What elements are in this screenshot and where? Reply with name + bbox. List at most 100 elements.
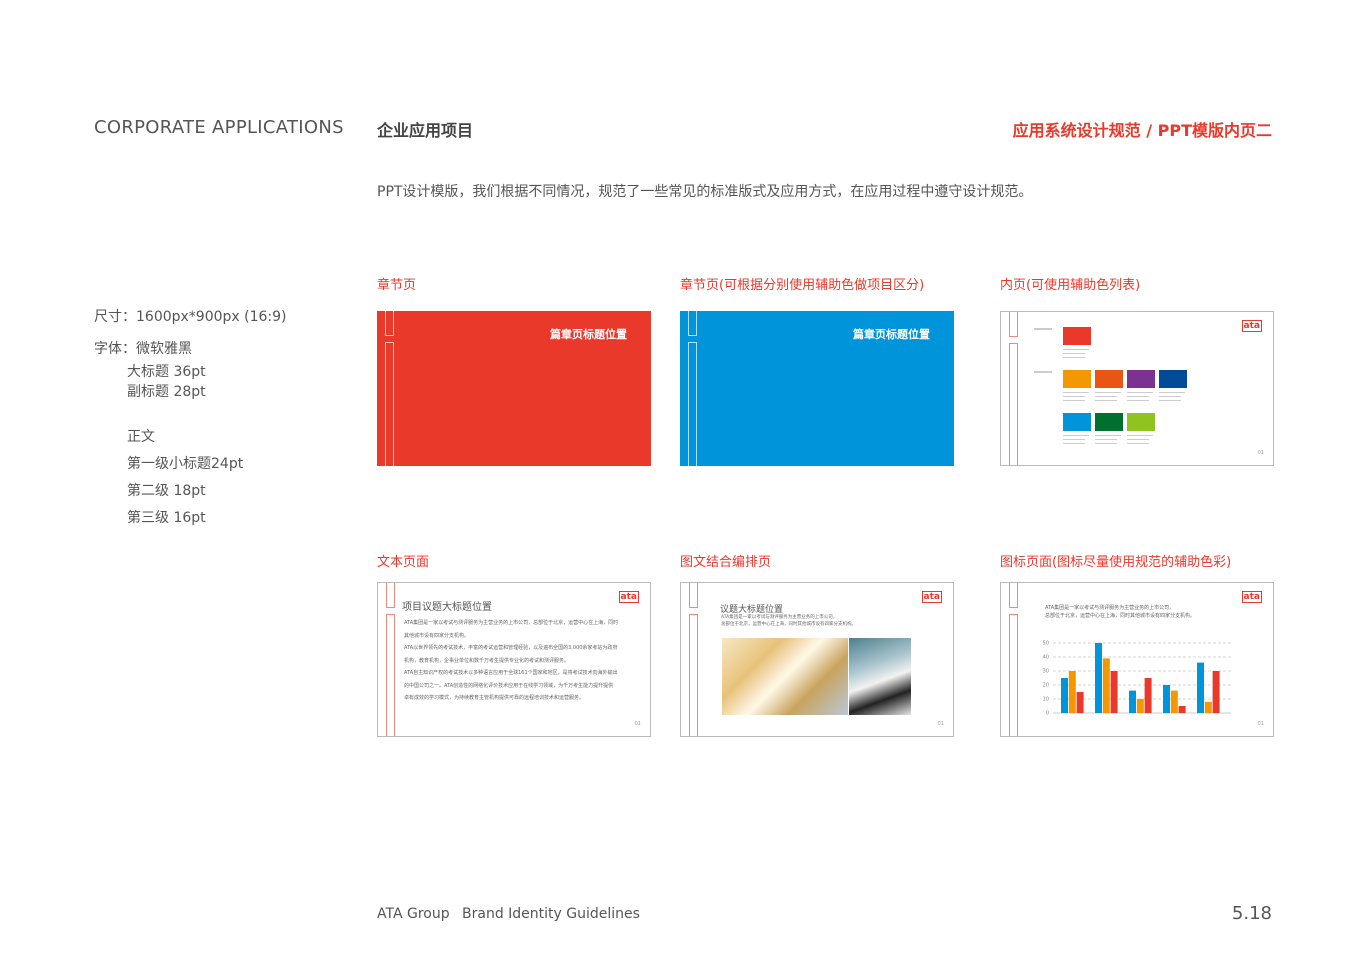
spec-level3: 第三级 16pt: [127, 510, 206, 526]
chapter-title: 篇章页标题位置: [853, 328, 930, 341]
swatch-caption: [1095, 435, 1121, 436]
page-title: 应用系统设计规范 / PPT模版内页二: [1012, 121, 1272, 140]
swatch-caption: [1095, 392, 1121, 393]
spec-title: 大标题 36pt: [127, 364, 206, 380]
bar: [1136, 699, 1144, 713]
body-line: ATA以世界领先的考试技术，丰富的考试运营和管理经验，以及遍布全国的3,000余…: [404, 645, 618, 651]
y-tick-label: 30: [1043, 669, 1049, 675]
chinese-section-title: 企业应用项目: [377, 121, 474, 140]
footer-company: ATA Group: [377, 906, 450, 922]
spec-level1: 第一级小标题24pt: [127, 456, 244, 472]
swatch-caption: [1063, 400, 1085, 401]
swatch-caption: [1063, 439, 1085, 440]
spec-subtitle: 副标题 28pt: [127, 384, 206, 400]
slide-page-number: 01: [1257, 450, 1264, 456]
slide-label: 图标页面(图标尽量使用规范的辅助色彩): [1000, 555, 1232, 570]
bar: [1170, 690, 1178, 713]
bar: [1144, 678, 1152, 713]
ata-logo: ata: [1241, 320, 1262, 332]
y-tick-label: 0: [1046, 711, 1049, 717]
chart-slide: ata ATA集团是一家以考试与测评服务为主营业务的上市公司， 总部位于北京，运…: [1000, 582, 1274, 737]
body-line: 机构，教育机构，企事业单位和数千万考生提供专业化的考试和测评服务。: [404, 657, 570, 664]
swatch-caption: [1127, 443, 1149, 444]
swatch-caption: [1063, 392, 1089, 393]
swatch-caption: [1159, 400, 1181, 401]
slide-page-number: 01: [937, 721, 944, 727]
building-photo: [722, 638, 848, 715]
body-line: 其他城市设有四家分支机构。: [404, 632, 470, 639]
color-swatch: [1127, 370, 1155, 388]
swatch-caption: [1063, 349, 1089, 350]
bar: [1212, 671, 1220, 713]
text-slide: ata 项目议题大标题位置 ATA集团是一家以考试与测评服务为主营业务的上市公司…: [377, 582, 651, 737]
slide-label: 内页(可使用辅助色列表): [1000, 278, 1141, 293]
slide-page-number: 01: [634, 721, 641, 727]
slide-label: 文本页面: [377, 555, 430, 570]
bar: [1068, 671, 1076, 713]
bar: [1204, 701, 1212, 713]
swatch-caption: [1063, 353, 1085, 354]
bar: [1076, 692, 1084, 713]
spec-font: 字体：微软雅黑: [94, 341, 192, 357]
slide-label: 章节页: [377, 278, 417, 293]
slide-label: 图文结合编排页: [680, 555, 772, 570]
swatch-caption: [1063, 443, 1085, 444]
body-line: 的中国公司之一。ATA创造性的网络化评价技术应用于在线学习领域，为千万考生能力提…: [404, 682, 614, 689]
body-line: ATA自主知识产权的考试技术以多种语言应用于全球161个国家和地区，是将考试技术…: [404, 670, 618, 676]
footer-document: Brand Identity Guidelines: [462, 906, 640, 922]
color-list-slide: ata 01: [1000, 311, 1274, 466]
chapter-slide-blue: 篇章页标题位置: [680, 311, 954, 466]
body-line: ATA集团是一家以考试与测评服务为主营业务的上市公司，总部位于北京，运营中心在上…: [404, 620, 619, 626]
image-text-slide: ata 议题大标题位置 ATA集团是一家以考试与测评服务为主营业务的上市公司， …: [680, 582, 954, 737]
swatch-caption: [1095, 443, 1117, 444]
body-line: 卓有成效的学习模式，为持续教育主管机构提供可靠的远程培训技术和运营服务。: [404, 695, 585, 701]
color-swatch: [1095, 370, 1123, 388]
bar: [1095, 643, 1102, 713]
tablet-photo: [849, 638, 911, 715]
y-tick-label: 50: [1043, 641, 1049, 647]
bracket-decoration: [689, 614, 698, 736]
color-swatch: [1159, 370, 1187, 388]
page-number: 5.18: [1231, 903, 1272, 924]
swatch-caption: [1063, 396, 1085, 397]
english-section-title: CORPORATE APPLICATIONS: [94, 117, 344, 138]
bracket-decoration: [385, 311, 394, 336]
bracket-decoration: [1009, 312, 1018, 337]
swatch-caption: [1127, 392, 1153, 393]
chapter-title: 篇章页标题位置: [550, 328, 627, 341]
spec-level2: 第二级 18pt: [127, 483, 206, 499]
color-swatch: [1063, 370, 1091, 388]
bar: [1110, 671, 1118, 713]
y-tick-label: 20: [1043, 683, 1049, 689]
spec-body: 正文: [127, 429, 155, 445]
swatch-caption: [1095, 439, 1117, 440]
body-line: 总部位于北京，运营中心在上海，同时其他城市设有四家分支机构。: [721, 622, 856, 627]
swatch-caption: [1127, 435, 1153, 436]
bracket-decoration: [688, 311, 697, 336]
swatch-caption: [1095, 400, 1117, 401]
swatch-caption: [1095, 396, 1117, 397]
slide-page-number: 01: [1257, 721, 1264, 727]
bracket-decoration: [386, 583, 395, 608]
slide-title: 项目议题大标题位置: [402, 602, 492, 613]
bar-chart: 0 10 20 30 40 50: [1043, 641, 1231, 717]
color-swatch: [1063, 413, 1091, 431]
y-tick-label: 10: [1043, 697, 1049, 703]
body-line: ATA集团是一家以考试与测评服务为主营业务的上市公司，: [721, 615, 838, 620]
color-swatch: [1063, 327, 1091, 345]
swatch-caption: [1063, 435, 1089, 436]
color-swatch: [1127, 413, 1155, 431]
intro-text: PPT设计模版，我们根据不同情况，规范了一些常见的标准版式及应用方式，在应用过程…: [377, 184, 1033, 200]
bracket-decoration: [385, 342, 394, 466]
bracket-decoration: [689, 583, 698, 608]
swatch-caption: [1159, 396, 1181, 397]
slide-label: 章节页(可根据分别使用辅助色做项目区分): [680, 278, 925, 293]
bracket-decoration: [688, 342, 697, 466]
bracket-decoration: [386, 614, 395, 736]
bar: [1061, 678, 1068, 713]
bar: [1129, 690, 1136, 713]
swatch-caption: [1127, 439, 1149, 440]
bracket-decoration: [1009, 343, 1018, 465]
bar: [1163, 685, 1170, 713]
color-swatch: [1095, 413, 1123, 431]
